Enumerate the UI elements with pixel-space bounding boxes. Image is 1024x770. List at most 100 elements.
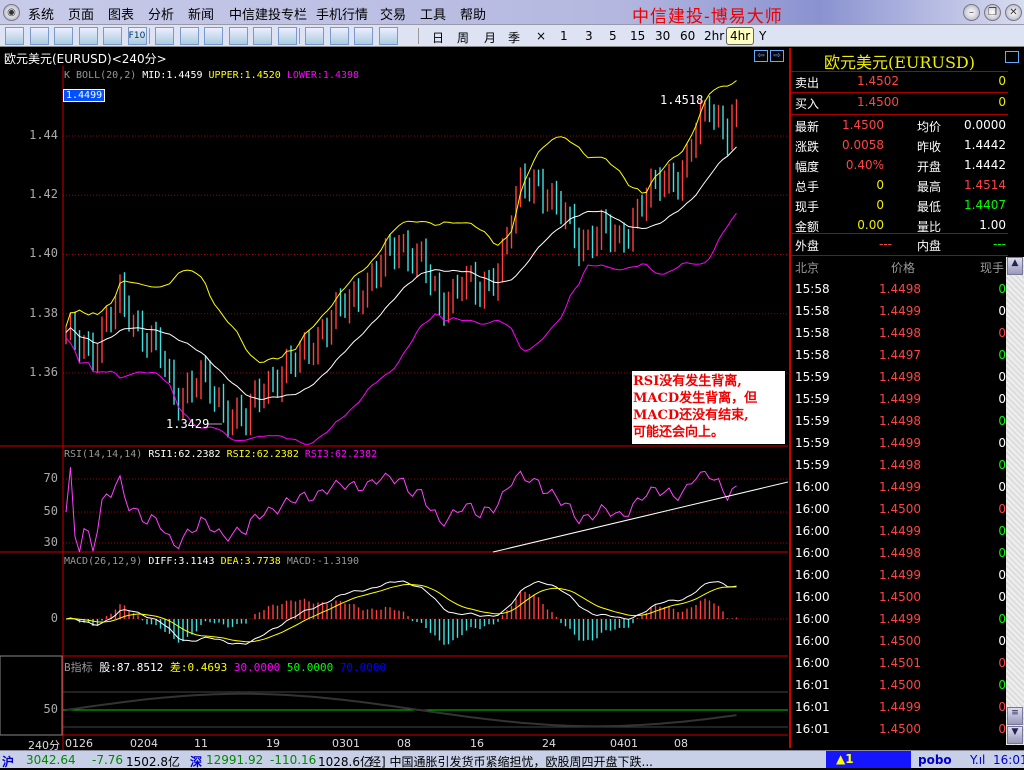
period-15[interactable]: 15 <box>627 28 648 44</box>
menu-column[interactable]: 中信建投专栏 <box>229 4 307 23</box>
menu-system[interactable]: 系统 <box>28 4 54 23</box>
trade-price: 1.4499 <box>879 480 921 494</box>
trade-volume: 0 <box>998 480 1006 494</box>
zoom-in-icon[interactable] <box>179 27 199 45</box>
x-label: 0126 <box>65 737 93 750</box>
period-2hr[interactable]: 2hr <box>701 28 727 44</box>
boll-name: K BOLL(20,2) <box>64 70 137 81</box>
trade-price: 1.4499 <box>879 392 921 406</box>
app-icon[interactable]: ◉ <box>3 4 20 21</box>
b-tick: 50 <box>43 702 58 716</box>
close-button[interactable]: ✕ <box>1005 4 1022 21</box>
menu-page[interactable]: 页面 <box>68 4 94 23</box>
trade-price: 1.4499 <box>879 568 921 582</box>
menu-mobile[interactable]: 手机行情 <box>316 4 368 23</box>
menu-chart[interactable]: 图表 <box>108 4 134 23</box>
trade-time: 16:01 <box>795 722 830 736</box>
sh-change: -7.76 <box>92 753 124 767</box>
menu-tools[interactable]: 工具 <box>420 4 446 23</box>
bid-price: 1.4500 <box>857 95 899 109</box>
trade-row: 15:59 1.4498 0 <box>791 456 1008 476</box>
stat-row: 现手 0 最低 1.4407 <box>791 196 1008 216</box>
period-周[interactable]: 周 <box>454 28 472 47</box>
alert-count[interactable]: ▲1 <box>826 751 911 768</box>
menu-help[interactable]: 帮助 <box>460 4 486 23</box>
period-3[interactable]: 3 <box>582 28 596 44</box>
trade-volume: 0 <box>998 414 1006 428</box>
restore-button[interactable]: ❐ <box>984 4 1001 21</box>
boll-lower: LOWER:1.4398 <box>286 70 360 81</box>
period-4hr[interactable]: 4hr <box>726 27 755 45</box>
macd-dea: DEA:3.7738 <box>220 556 281 567</box>
refresh-icon[interactable] <box>155 27 174 45</box>
stat-row: 幅度 0.40% 开盘 1.4442 <box>791 156 1008 176</box>
x-label: 08 <box>674 737 688 750</box>
trade-price: 1.4499 <box>879 700 921 714</box>
stat-value: 0.0058 <box>842 138 884 152</box>
low-label: 1.3429 <box>166 417 210 431</box>
users-icon[interactable] <box>354 27 373 45</box>
macd-dea-line <box>65 583 737 643</box>
period-60[interactable]: 60 <box>677 28 698 44</box>
stat-label: 涨跌 <box>795 140 820 154</box>
trade-row: 16:00 1.4500 0 <box>791 588 1008 608</box>
period-5[interactable]: 5 <box>606 28 620 44</box>
x-label: 0301 <box>332 737 360 750</box>
x-label: 0204 <box>130 737 158 750</box>
annotation-line: RSI没有发生背离, <box>633 374 742 389</box>
period-30[interactable]: 30 <box>652 28 673 44</box>
line-chart-icon[interactable] <box>29 27 49 45</box>
menu-news[interactable]: 新闻 <box>188 4 214 23</box>
draw-icon[interactable] <box>305 27 324 45</box>
alarm-icon[interactable] <box>329 27 349 45</box>
scroll-up-icon[interactable]: ▲ <box>1007 257 1023 275</box>
cursor-icon[interactable] <box>228 27 248 45</box>
trade-volume: 0 <box>998 722 1006 736</box>
trades-scrollbar[interactable]: ▲ ≡ ▼ <box>1006 257 1024 745</box>
menu-trade[interactable]: 交易 <box>380 4 406 23</box>
next-arrow-icon[interactable]: ⇨ <box>770 50 784 62</box>
high-label: 1.4518 <box>660 93 704 107</box>
f10-icon[interactable]: F10 <box>127 27 147 45</box>
period-Y[interactable]: Y <box>756 28 769 44</box>
period-×[interactable]: × <box>533 28 549 44</box>
export-icon[interactable] <box>277 27 297 45</box>
trade-volume: 0 <box>998 612 1006 626</box>
stat-label: 幅度 <box>795 160 820 174</box>
stat-label: 昨收 <box>917 140 942 154</box>
trade-price: 1.4498 <box>879 282 921 296</box>
period-日[interactable]: 日 <box>429 28 447 47</box>
trade-volume: 0 <box>998 436 1006 450</box>
trade-row: 15:59 1.4499 0 <box>791 390 1008 410</box>
trade-price: 1.4498 <box>879 370 921 384</box>
trade-time: 16:00 <box>795 634 830 648</box>
period-1[interactable]: 1 <box>557 28 571 44</box>
trade-price: 1.4500 <box>879 722 921 736</box>
news-ticker[interactable]: 经] 中国通胀引发货币紧缩担忧，欧股周四开盘下跌... <box>369 753 653 770</box>
minimize-button[interactable]: – <box>963 4 980 21</box>
window-icon[interactable] <box>253 27 272 45</box>
list-icon[interactable] <box>78 27 98 45</box>
trade-row: 15:59 1.4498 0 <box>791 412 1008 432</box>
prev-arrow-icon[interactable]: ⇦ <box>754 50 768 62</box>
flash-icon[interactable] <box>378 27 398 45</box>
scroll-down-icon[interactable]: ▼ <box>1007 726 1023 744</box>
trade-time: 15:59 <box>795 414 830 428</box>
bid-label: 买入 <box>795 97 820 111</box>
quote-icon[interactable] <box>103 27 122 45</box>
trade-time: 16:00 <box>795 612 830 626</box>
trade-time: 16:00 <box>795 590 830 604</box>
menu-analysis[interactable]: 分析 <box>148 4 174 23</box>
back-icon[interactable] <box>5 27 24 45</box>
rsi-tick: 30 <box>43 535 58 549</box>
maximize-icon[interactable] <box>1005 51 1019 63</box>
period-月[interactable]: 月 <box>481 28 499 47</box>
candle-chart-icon[interactable] <box>54 27 73 45</box>
scroll-thumb[interactable]: ≡ <box>1007 707 1023 725</box>
outer-label: 外盘 <box>795 239 820 253</box>
period-季[interactable]: 季 <box>505 28 523 47</box>
chart-title: 欧元美元(EURUSD)<240分> <box>0 48 788 66</box>
stat-value: 1.4514 <box>964 178 1006 192</box>
zoom-out-icon[interactable] <box>204 27 223 45</box>
trade-price: 1.4498 <box>879 326 921 340</box>
